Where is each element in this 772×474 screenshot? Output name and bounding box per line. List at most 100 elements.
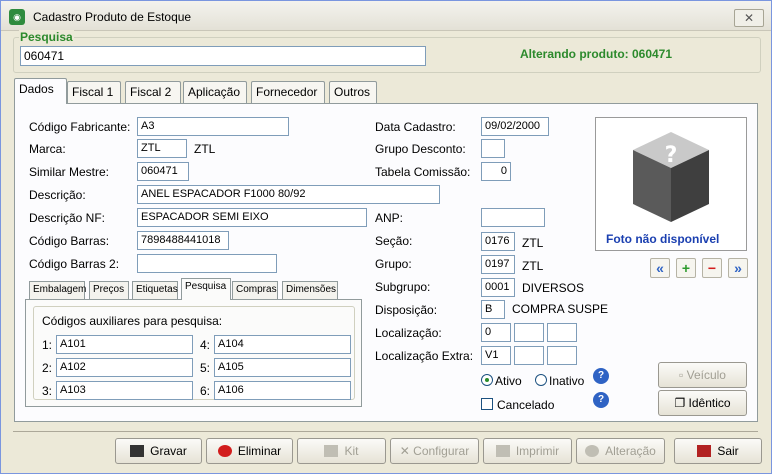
configurar-button[interactable]: ✕ Configurar bbox=[390, 438, 479, 464]
sair-button[interactable]: Sair bbox=[674, 438, 762, 464]
aux-code-field[interactable]: A101 bbox=[56, 335, 193, 354]
aux-code-field[interactable]: A102 bbox=[56, 358, 193, 377]
aux-code-field[interactable]: A104 bbox=[214, 335, 351, 354]
save-icon bbox=[130, 445, 145, 457]
add-photo-button[interactable]: + bbox=[676, 258, 696, 278]
localizacao-label: Localização: bbox=[375, 326, 442, 340]
localizacao-field-3[interactable] bbox=[547, 323, 577, 342]
last-photo-button[interactable]: » bbox=[728, 258, 748, 278]
similar-mestre-field[interactable]: 060471 bbox=[137, 162, 189, 181]
app-icon: ◉ bbox=[9, 9, 25, 25]
descricao-field[interactable]: ANEL ESPACADOR F1000 80/92 bbox=[137, 185, 440, 204]
subtab-embalagem[interactable]: Embalagem bbox=[29, 281, 86, 300]
subtab-etiquetas[interactable]: Etiquetas bbox=[132, 281, 178, 300]
localizacao-extra-field-1[interactable]: V1 bbox=[481, 346, 511, 365]
search-input[interactable]: 060471 bbox=[20, 46, 426, 66]
inativo-radio[interactable] bbox=[535, 374, 547, 386]
grupo-label: Grupo: bbox=[375, 257, 412, 271]
search-legend: Pesquisa bbox=[19, 30, 74, 44]
ativo-label: Ativo bbox=[495, 374, 522, 388]
codigo-barras2-field[interactable] bbox=[137, 254, 277, 273]
aux-label: 6: bbox=[200, 384, 211, 398]
tab-dados[interactable]: Dados bbox=[14, 78, 67, 104]
marca-desc: ZTL bbox=[194, 142, 216, 156]
secao-desc: ZTL bbox=[522, 236, 544, 250]
localizacao-extra-field-2[interactable] bbox=[514, 346, 544, 365]
tab-aplicacao[interactable]: Aplicação bbox=[183, 81, 247, 103]
tab-fiscal2[interactable]: Fiscal 2 bbox=[125, 81, 181, 103]
identico-label: Idêntico bbox=[688, 396, 731, 410]
imprimir-label: Imprimir bbox=[515, 444, 560, 458]
tools-icon: ✕ bbox=[399, 444, 414, 458]
marca-field[interactable]: ZTL bbox=[137, 139, 187, 158]
aux-code-field[interactable]: A105 bbox=[214, 358, 351, 377]
tabela-comissao-field[interactable]: 0 bbox=[481, 162, 511, 181]
configurar-label: Configurar bbox=[413, 444, 470, 458]
divider bbox=[13, 431, 758, 432]
aux-label: 3: bbox=[42, 384, 53, 398]
kit-icon bbox=[324, 445, 339, 457]
alteracao-label: Alteração bbox=[605, 444, 656, 458]
aux-code-field[interactable]: A103 bbox=[56, 381, 193, 400]
subgrupo-field[interactable]: 0001 bbox=[481, 278, 515, 297]
aux-code-field[interactable]: A106 bbox=[214, 381, 351, 400]
gravar-label: Gravar bbox=[150, 444, 187, 458]
alteracao-button[interactable]: Alteração bbox=[576, 438, 665, 464]
history-icon bbox=[585, 445, 600, 457]
tab-fiscal1[interactable]: Fiscal 1 bbox=[67, 81, 121, 103]
codigo-barras-label: Código Barras: bbox=[29, 234, 110, 248]
marca-label: Marca: bbox=[29, 142, 66, 156]
data-cadastro-field[interactable]: 09/02/2000 bbox=[481, 117, 549, 136]
tab-fornecedor[interactable]: Fornecedor bbox=[251, 81, 325, 103]
delete-icon bbox=[217, 445, 232, 457]
descricao-nf-label: Descrição NF: bbox=[29, 211, 106, 225]
grupo-desc: ZTL bbox=[522, 259, 544, 273]
localizacao-field-2[interactable] bbox=[514, 323, 544, 342]
codigo-fabricante-label: Código Fabricante: bbox=[29, 120, 131, 134]
sair-label: Sair bbox=[717, 444, 739, 458]
imprimir-button[interactable]: Imprimir bbox=[483, 438, 572, 464]
cancelado-label: Cancelado bbox=[497, 398, 555, 412]
veiculo-icon: ▫ bbox=[679, 368, 687, 382]
product-photo: ? Foto não disponível bbox=[595, 117, 747, 251]
first-photo-button[interactable]: « bbox=[650, 258, 670, 278]
status-help-icon[interactable]: ? bbox=[593, 368, 609, 384]
disposicao-desc: COMPRA SUSPE bbox=[512, 302, 609, 316]
eliminar-label: Eliminar bbox=[237, 444, 282, 458]
ativo-radio[interactable] bbox=[481, 374, 493, 386]
grupo-field[interactable]: 0197 bbox=[481, 255, 515, 274]
identico-button[interactable]: ❐ Idêntico bbox=[658, 390, 747, 416]
localizacao-extra-field-3[interactable] bbox=[547, 346, 577, 365]
inativo-label: Inativo bbox=[549, 374, 585, 388]
secao-field[interactable]: 0176 bbox=[481, 232, 515, 251]
localizacao-field-1[interactable]: 0 bbox=[481, 323, 511, 342]
localizacao-extra-label: Localização Extra: bbox=[375, 349, 474, 363]
tab-outros[interactable]: Outros bbox=[329, 81, 377, 103]
aux-label: 4: bbox=[200, 338, 211, 352]
subtab-pesquisa[interactable]: Pesquisa bbox=[181, 278, 231, 300]
gravar-button[interactable]: Gravar bbox=[115, 438, 202, 464]
aux-label: 2: bbox=[42, 361, 53, 375]
kit-label: Kit bbox=[344, 444, 359, 458]
subtab-dimensoes[interactable]: Dimensões bbox=[282, 281, 338, 300]
cancelado-help-icon[interactable]: ? bbox=[593, 392, 609, 408]
kit-button[interactable]: Kit bbox=[297, 438, 386, 464]
descricao-label: Descrição: bbox=[29, 188, 86, 202]
cancelado-checkbox[interactable] bbox=[481, 398, 493, 410]
subtab-compras[interactable]: Compras bbox=[232, 281, 278, 300]
grupo-desconto-label: Grupo Desconto: bbox=[375, 142, 466, 156]
eliminar-button[interactable]: Eliminar bbox=[206, 438, 293, 464]
remove-photo-button[interactable]: − bbox=[702, 258, 722, 278]
grupo-desconto-field[interactable] bbox=[481, 139, 505, 158]
close-button[interactable]: ✕ bbox=[734, 9, 764, 27]
codigo-fabricante-field[interactable]: A3 bbox=[137, 117, 289, 136]
subgrupo-label: Subgrupo: bbox=[375, 280, 431, 294]
codigo-barras-field[interactable]: 7898488441018 bbox=[137, 231, 229, 250]
no-photo-cube-icon: ? bbox=[633, 132, 709, 222]
subtab-precos[interactable]: Preços bbox=[89, 281, 129, 300]
veiculo-button[interactable]: ▫ Veículo bbox=[658, 362, 747, 388]
disposicao-field[interactable]: B bbox=[481, 300, 505, 319]
editing-status: Alterando produto: 060471 bbox=[520, 47, 673, 61]
descricao-nf-field[interactable]: ESPACADOR SEMI EIXO bbox=[137, 208, 367, 227]
anp-field[interactable] bbox=[481, 208, 545, 227]
